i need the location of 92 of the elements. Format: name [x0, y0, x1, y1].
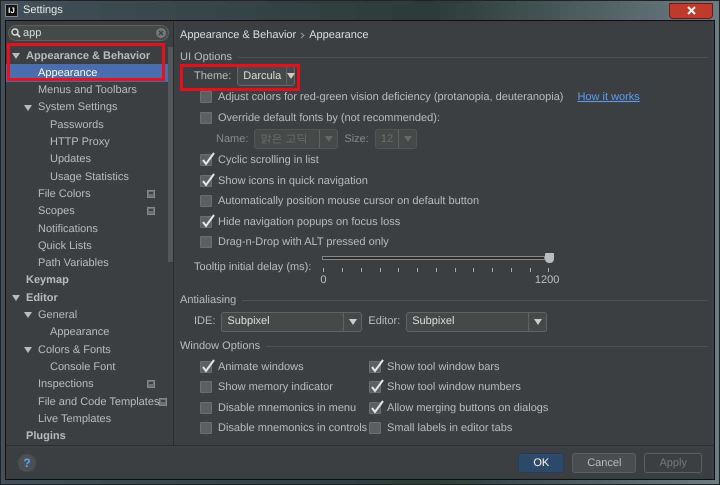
- checkbox[interactable]: [369, 402, 381, 414]
- tree-item[interactable]: Plugins: [6, 428, 168, 445]
- tree-item[interactable]: Quick Lists: [6, 237, 168, 255]
- checkbox-label: Disable mnemonics in controls: [218, 421, 368, 436]
- checkbox[interactable]: [369, 360, 381, 373]
- checkbox-label: Hide navigation popups on focus loss: [218, 214, 400, 230]
- collapse-icon[interactable]: [12, 52, 20, 60]
- checkbox-label: Disable mnemonics in menu: [218, 400, 356, 416]
- scale-label: 1200: [534, 272, 560, 288]
- tree-item[interactable]: Console Font: [6, 358, 168, 376]
- editor-antialiasing-dropdown[interactable]: Subpixel: [406, 312, 548, 332]
- close-button[interactable]: [669, 2, 713, 19]
- dialog-button[interactable]: Cancel: [572, 452, 636, 472]
- checkbox[interactable]: [200, 422, 212, 434]
- dialog-button[interactable]: OK: [518, 452, 564, 472]
- scrollbar[interactable]: [168, 47, 173, 262]
- tree-item[interactable]: General: [6, 306, 168, 324]
- tree-item[interactable]: Editor: [6, 289, 168, 307]
- tree-item[interactable]: Notifications: [6, 220, 168, 238]
- app-icon: IJ: [5, 4, 18, 18]
- help-link[interactable]: How it works: [577, 89, 640, 106]
- breadcrumb-item: Appearance: [309, 28, 369, 43]
- tree-item[interactable]: Usage Statistics: [6, 168, 168, 186]
- checkbox-label: Animate windows: [218, 360, 304, 375]
- checkbox-label: Small labels in editor tabs: [387, 421, 512, 436]
- dropdown-icon: [404, 136, 412, 142]
- section-title: Antialiasing: [180, 293, 236, 308]
- theme-label: Theme:: [194, 68, 232, 84]
- checkbox-label: Show tool window numbers: [387, 380, 521, 396]
- tree-item[interactable]: Updates: [6, 150, 168, 168]
- section-title: UI Options: [180, 50, 232, 65]
- checkbox[interactable]: [200, 402, 212, 414]
- tree-item[interactable]: Path Variables: [6, 254, 168, 272]
- checkbox[interactable]: [200, 91, 212, 104]
- scale-label: 0: [320, 272, 326, 288]
- dropdown-icon: [348, 318, 357, 325]
- checkbox[interactable]: [369, 381, 381, 394]
- tree-item[interactable]: Keymap: [6, 272, 168, 290]
- collapse-icon[interactable]: [12, 294, 20, 302]
- tree-item[interactable]: Menus and Toolbars: [6, 82, 168, 100]
- checkbox-label: Automatically position mouse cursor on default button: [218, 194, 480, 210]
- slider-track[interactable]: [322, 256, 546, 260]
- search-field[interactable]: app: [8, 25, 169, 42]
- checkbox[interactable]: [200, 236, 212, 248]
- name-label: Name:: [216, 132, 248, 147]
- checkbox-label: Allow merging buttons on dialogs: [387, 400, 548, 416]
- breadcrumb-item: Appearance & Behavior: [180, 28, 296, 43]
- checkbox-label: Show memory indicator: [218, 380, 333, 396]
- theme-dropdown[interactable]: Darcula: [237, 66, 296, 86]
- help-button[interactable]: ?: [18, 454, 36, 472]
- checkbox-label: Show tool window bars: [387, 360, 500, 375]
- checkbox[interactable]: [200, 112, 212, 124]
- collapse-icon[interactable]: [24, 311, 32, 320]
- tree-item[interactable]: Colors & Fonts: [6, 341, 168, 359]
- tree-item[interactable]: Passwords: [6, 116, 168, 134]
- tree-item[interactable]: File and Code Templates: [6, 393, 168, 410]
- editor-label: Editor:: [368, 314, 400, 330]
- checkbox[interactable]: [200, 154, 212, 166]
- checkbox[interactable]: [369, 422, 381, 434]
- collapse-icon[interactable]: [24, 104, 32, 112]
- checkbox[interactable]: [200, 174, 212, 187]
- search-icon: [11, 28, 21, 38]
- slider-thumb[interactable]: [545, 252, 554, 263]
- tree-item[interactable]: Appearance & Behavior: [6, 47, 168, 64]
- tree-item[interactable]: Live Templates: [6, 410, 168, 428]
- size-label: Size:: [344, 132, 369, 147]
- tree-item[interactable]: Scopes: [6, 202, 168, 220]
- ide-label: IDE:: [194, 314, 216, 330]
- checkbox[interactable]: [200, 195, 212, 208]
- close-icon: [686, 6, 696, 16]
- tree-item[interactable]: Inspections: [6, 376, 168, 394]
- checkbox-label: Show icons in quick navigation: [218, 174, 368, 189]
- checkbox-label: Override default fonts by (not recommended):: [218, 110, 440, 126]
- section-title: Window Options: [180, 339, 260, 354]
- tree-item[interactable]: Appearance: [6, 324, 168, 342]
- dropdown-icon: [287, 73, 296, 80]
- checkbox[interactable]: [200, 381, 212, 394]
- tree-item[interactable]: HTTP Proxy: [6, 134, 168, 151]
- checkbox[interactable]: [200, 360, 212, 373]
- checkbox-label: Cyclic scrolling in list: [218, 153, 319, 168]
- ide-antialiasing-dropdown[interactable]: Subpixel: [221, 312, 362, 332]
- checkbox[interactable]: [200, 216, 212, 228]
- checkbox-label: Adjust colors for red-green vision deficiency (protanopia, deuteranopia): [218, 90, 564, 106]
- dropdown-icon: [324, 136, 333, 142]
- checkbox-label: Drag-n-Drop with ALT pressed only: [218, 235, 389, 250]
- tree-item[interactable]: System Settings: [6, 99, 168, 116]
- dropdown-icon: [534, 318, 542, 325]
- collapse-icon[interactable]: [24, 346, 32, 354]
- chevron-icon: [300, 32, 306, 39]
- tree-item[interactable]: File Colors: [6, 186, 168, 203]
- slider-label: Tooltip initial delay (ms):: [194, 260, 312, 275]
- window-title: Settings: [23, 3, 63, 18]
